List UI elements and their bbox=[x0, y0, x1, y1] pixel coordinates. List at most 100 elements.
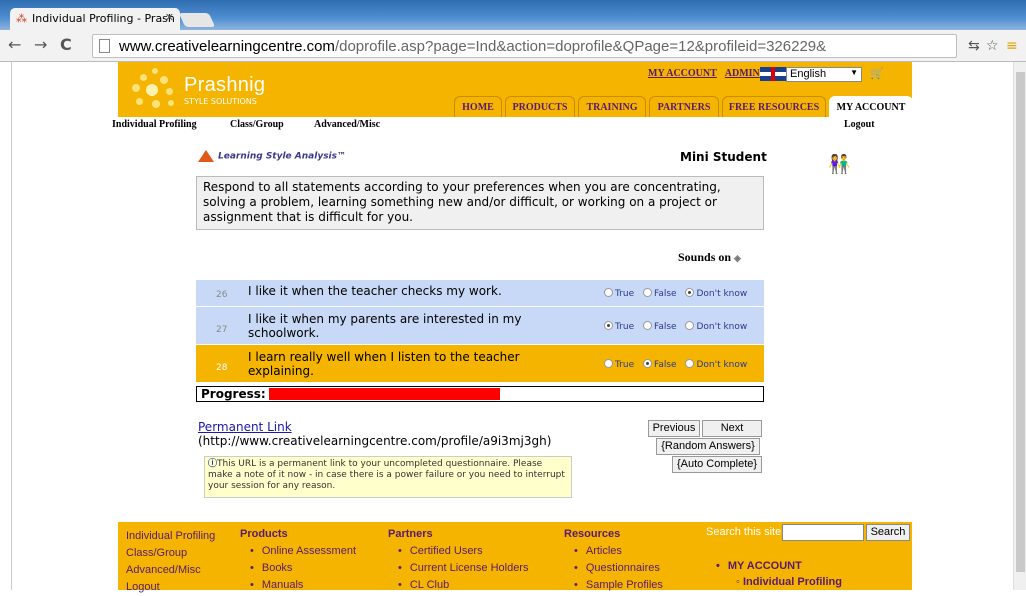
logo-icon bbox=[128, 66, 188, 112]
search-button[interactable]: Search bbox=[866, 524, 910, 541]
speaker-icon: ◈ bbox=[734, 253, 741, 263]
footer-link[interactable]: Online Assessment bbox=[240, 543, 356, 560]
subnav-class-group[interactable]: Class/Group bbox=[230, 119, 284, 130]
browser-chrome: ⁂ Individual Profiling - Prash ✕ ← → C w… bbox=[0, 0, 1026, 62]
language-select[interactable]: English ▼ bbox=[786, 67, 862, 82]
reload-icon[interactable]: C bbox=[60, 36, 72, 54]
footer-link[interactable]: Sample Profiles bbox=[564, 577, 663, 594]
progress-fill bbox=[269, 388, 500, 400]
bookmark-star-icon[interactable]: ☆ bbox=[986, 38, 999, 54]
question-row: 27 I like it when my parents are interes… bbox=[196, 307, 764, 345]
nav-training[interactable]: TRAINING bbox=[578, 96, 646, 117]
uk-flag-icon bbox=[760, 67, 786, 81]
subnav-advanced-misc[interactable]: Advanced/Misc bbox=[314, 119, 380, 130]
subnav-individual-profiling[interactable]: Individual Profiling bbox=[112, 119, 197, 130]
footer-my-account: MY ACCOUNT ◦ Individual Profiling bbox=[706, 558, 842, 589]
url-host: www.creativelearningcentre.com bbox=[119, 38, 335, 55]
sounds-toggle[interactable]: Sounds on ◈ bbox=[678, 250, 741, 265]
footer-link[interactable]: MY ACCOUNT bbox=[706, 558, 842, 575]
footer-link[interactable]: Certified Users bbox=[388, 543, 528, 560]
nav-products[interactable]: PRODUCTS bbox=[505, 96, 575, 117]
option-false[interactable]: False bbox=[643, 321, 677, 332]
back-arrow-icon[interactable]: ← bbox=[8, 36, 21, 54]
question-row: 28 I learn really well when I listen to … bbox=[196, 345, 764, 383]
nav-my-account[interactable]: MY ACCOUNT bbox=[829, 96, 913, 117]
footer-partners: Partners Certified Users Current License… bbox=[388, 528, 528, 594]
language-value: English bbox=[790, 68, 827, 80]
radio-true[interactable] bbox=[604, 359, 613, 368]
radio-false[interactable] bbox=[643, 288, 652, 297]
scrollbar[interactable] bbox=[1013, 62, 1026, 590]
option-dont-know[interactable]: Don't know bbox=[685, 288, 747, 299]
footer-resources: Resources Articles Questionnaires Sample… bbox=[564, 528, 663, 594]
new-tab-button[interactable] bbox=[178, 13, 216, 27]
option-true[interactable]: True bbox=[604, 288, 634, 299]
logo-text[interactable]: Prashnig bbox=[184, 74, 265, 97]
instructions-box: Respond to all statements according to y… bbox=[196, 176, 764, 230]
option-dont-know[interactable]: Don't know bbox=[685, 321, 747, 332]
subnav-logout[interactable]: Logout bbox=[844, 119, 875, 130]
radio-dont-know[interactable] bbox=[685, 321, 695, 330]
footer-link[interactable]: Manuals bbox=[240, 577, 356, 594]
footer-link[interactable]: Advanced/Misc bbox=[126, 562, 215, 579]
forward-arrow-icon[interactable]: → bbox=[34, 36, 47, 54]
tab-strip: ⁂ Individual Profiling - Prash ✕ bbox=[0, 0, 1026, 30]
url-field[interactable]: www.creativelearningcentre.com/doprofile… bbox=[92, 34, 957, 58]
auto-complete-button[interactable]: {Auto Complete} bbox=[672, 456, 762, 473]
site-header: Prashnig STYLE SOLUTIONS MY ACCOUNT ADMI… bbox=[118, 62, 913, 117]
footer-link[interactable]: Articles bbox=[564, 543, 663, 560]
nav-free-resources[interactable]: FREE RESOURCES bbox=[722, 96, 826, 117]
browser-tab[interactable]: ⁂ Individual Profiling - Prash ✕ bbox=[10, 8, 180, 30]
nav-partners[interactable]: PARTNERS bbox=[649, 96, 719, 117]
radio-false[interactable] bbox=[643, 359, 652, 368]
search-label: Search this site: bbox=[706, 526, 785, 538]
option-dont-know[interactable]: Don't know bbox=[685, 359, 747, 370]
footer-heading: Products bbox=[240, 528, 288, 540]
favicon-icon: ⁂ bbox=[16, 12, 27, 25]
previous-button[interactable]: Previous bbox=[648, 420, 700, 437]
footer-link[interactable]: Books bbox=[240, 560, 356, 577]
sounds-label: Sounds on bbox=[678, 250, 732, 264]
cart-icon[interactable]: 🛒 bbox=[870, 67, 884, 80]
answer-options: True False Don't know bbox=[604, 288, 753, 299]
question-row: 26 I like it when the teacher checks my … bbox=[196, 280, 764, 307]
option-false[interactable]: False bbox=[643, 359, 677, 370]
radio-true[interactable] bbox=[604, 321, 613, 330]
radio-dont-know[interactable] bbox=[685, 288, 695, 297]
question-number: 28 bbox=[216, 363, 228, 373]
menu-icon[interactable]: ≡ bbox=[1006, 38, 1018, 54]
chevron-down-icon: ▼ bbox=[850, 68, 858, 77]
radio-dont-know[interactable] bbox=[685, 359, 695, 368]
translate-icon[interactable]: ⇆ bbox=[968, 38, 980, 54]
random-answers-button[interactable]: {Random Answers} bbox=[656, 438, 760, 455]
my-account-link[interactable]: MY ACCOUNT bbox=[648, 68, 717, 79]
left-edge bbox=[0, 62, 12, 590]
progress-label: Progress: bbox=[201, 387, 266, 401]
footer-link[interactable]: CL Club bbox=[388, 577, 528, 594]
search-input[interactable] bbox=[782, 524, 864, 541]
footer-link[interactable]: Individual Profiling bbox=[126, 528, 215, 545]
admin-link[interactable]: ADMIN bbox=[725, 68, 760, 79]
footer-account-links: Individual Profiling Class/Group Advance… bbox=[126, 528, 215, 596]
footer-heading: Partners bbox=[388, 528, 433, 540]
footer-link[interactable]: Logout bbox=[126, 579, 215, 596]
footer-link[interactable]: ◦ Individual Profiling bbox=[706, 575, 842, 589]
radio-false[interactable] bbox=[643, 321, 652, 330]
footer-link[interactable]: Current License Holders bbox=[388, 560, 529, 577]
footer-link[interactable]: Class/Group bbox=[126, 545, 215, 562]
question-text: I like it when the teacher checks my wor… bbox=[248, 284, 502, 298]
option-true[interactable]: True bbox=[604, 321, 634, 332]
option-true[interactable]: True bbox=[604, 359, 634, 370]
sub-navigation: Individual Profiling Class/Group Advance… bbox=[112, 117, 912, 133]
info-icon: ⓘ bbox=[208, 459, 218, 469]
scrollbar-thumb[interactable] bbox=[1016, 72, 1025, 572]
next-button[interactable]: Next bbox=[702, 420, 762, 437]
tab-title: Individual Profiling - Prash bbox=[32, 12, 175, 25]
radio-true[interactable] bbox=[604, 288, 613, 297]
close-tab-icon[interactable]: ✕ bbox=[165, 11, 174, 24]
footer-link[interactable]: Questionnaires bbox=[564, 560, 663, 577]
permanent-url: (http://www.creativelearningcentre.com/p… bbox=[198, 434, 552, 448]
permanent-link[interactable]: Permanent Link bbox=[198, 420, 292, 434]
nav-home[interactable]: HOME bbox=[454, 96, 502, 117]
option-false[interactable]: False bbox=[643, 288, 677, 299]
